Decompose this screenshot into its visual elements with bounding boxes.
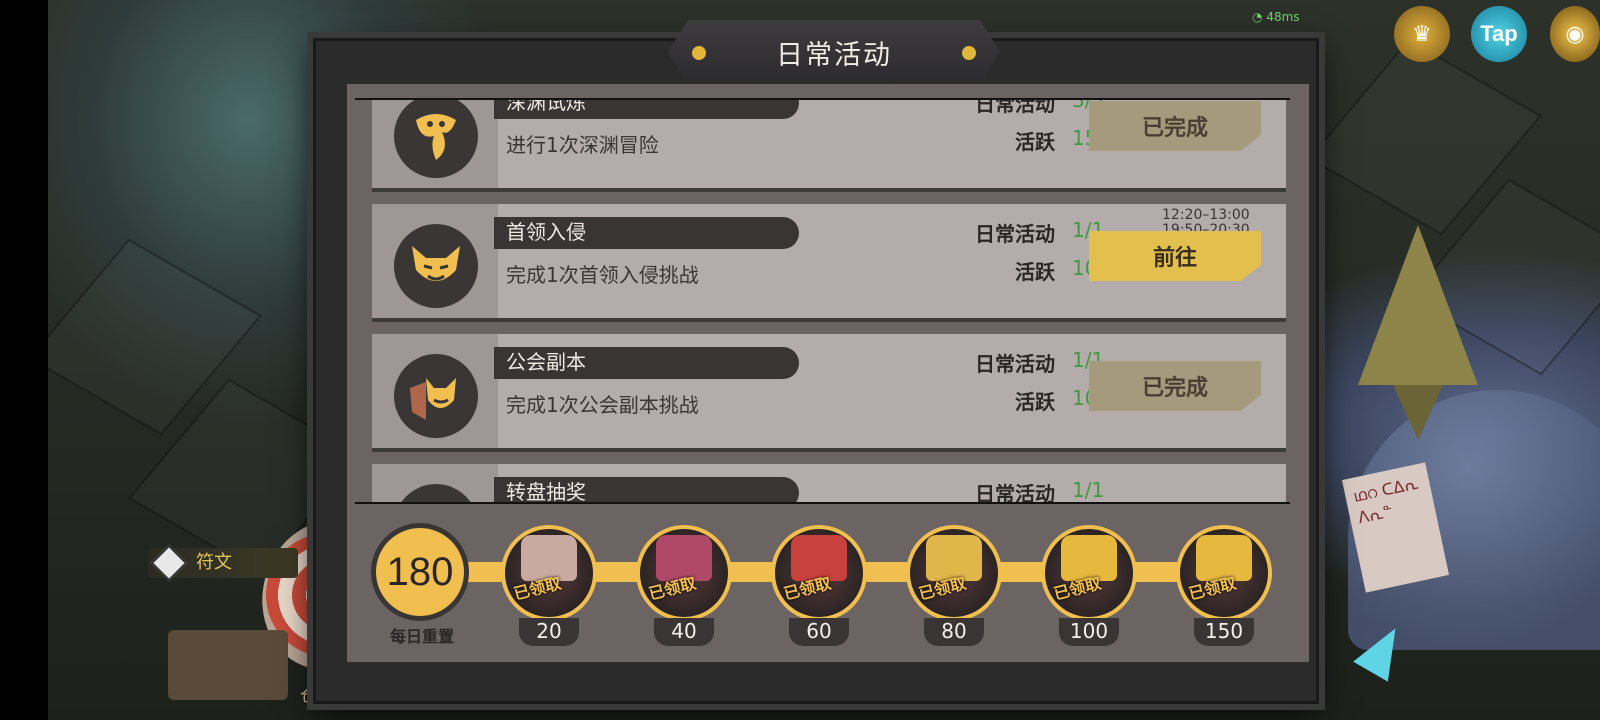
reward-chest-80[interactable]: 已领取 80 [906,525,1002,646]
reward-chest-20[interactable]: 已领取 20 [501,525,597,646]
task-row-wheel: 转盘抽奖 日常活动 1/1 [372,464,1286,504]
guild-cat-icon [394,354,478,438]
abyss-icon [394,100,478,178]
title-dot-icon [962,46,976,60]
crystal-icon [1358,225,1478,385]
rune-label-text: 符文 [196,552,232,573]
daily-reset-label: 每日重置 [389,627,454,646]
task-description: 完成1次公会副本挑战 [506,393,699,417]
wifi-icon: ◔ [1252,10,1263,24]
title-dot-icon [692,46,706,60]
completed-button[interactable]: 已完成 [1089,361,1261,411]
reward-points: 80 [924,618,984,646]
coin-icon: ◉ [1565,21,1585,47]
activity-progress-bar: 180 每日重置 已领取 20 已领取 40 已领取 60 已领取 80 已领取 100 已领取 15… [347,503,1309,653]
reward-chest-100[interactable]: 已领取 100 [1041,525,1137,646]
task-name: 首领入侵 [494,217,799,249]
dialog-title-plate: 日常活动 [668,20,1000,84]
active-label: 活跃 [1015,130,1055,154]
reward-points: 40 [654,618,714,646]
reward-points: 60 [789,618,849,646]
daily-label: 日常活动 [975,222,1055,246]
daily-label: 日常活动 [975,98,1055,116]
task-name: 深渊试炼 [494,100,799,119]
rune-icon [150,544,188,582]
reward-points: 20 [519,618,579,646]
reward-points: 100 [1059,618,1119,646]
crystal-base [1393,385,1443,440]
bookcase [168,630,288,700]
task-list[interactable]: 深渊试炼 进行1次深渊冒险 日常活动 3/3 活跃 15/15 已完成 首领入侵… [355,98,1290,504]
coin-button[interactable]: ◉ [1550,6,1600,62]
reward-points: 150 [1194,618,1254,646]
dialog-title: 日常活动 [776,39,892,71]
active-label: 活跃 [1015,390,1055,414]
daily-count: 1/1 [1072,478,1105,502]
crown-icon: ♛ [1412,21,1432,47]
ping-text: 48ms [1266,10,1300,24]
daily-label: 日常活动 [975,482,1055,504]
reward-chest-40[interactable]: 已领取 40 [636,525,732,646]
task-name: 转盘抽奖 [494,477,799,502]
task-row-abyss: 深渊试炼 进行1次深渊冒险 日常活动 3/3 活跃 15/15 已完成 [372,98,1286,192]
reward-chest-60[interactable]: 已领取 60 [771,525,867,646]
task-name: 公会副本 [494,347,799,379]
tap-label: Tap [1480,21,1518,46]
active-label: 活跃 [1015,260,1055,284]
task-description: 完成1次首领入侵挑战 [506,263,699,287]
reward-chest-150[interactable]: 已领取 150 [1176,525,1272,646]
boss-demon-icon [394,224,478,308]
wifi-ping: ◔ 48ms [1252,10,1300,24]
activity-score: 180 [371,523,469,621]
completed-button[interactable]: 已完成 [1089,101,1261,151]
task-row-boss: 首领入侵 完成1次首领入侵挑战 日常活动 1/1 活跃 10/10 12:20–… [372,204,1286,322]
go-button[interactable]: 前往 [1089,231,1261,281]
crown-chest-button[interactable]: ♛ [1394,6,1450,62]
wheel-icon [394,484,478,502]
rune-building-label[interactable]: 符文 [148,544,298,582]
daily-label: 日常活动 [975,352,1055,376]
task-description: 进行1次深渊冒险 [506,133,659,157]
tap-button[interactable]: Tap [1471,6,1527,62]
task-row-guild: 公会副本 完成1次公会副本挑战 日常活动 1/1 活跃 10/10 已完成 [372,334,1286,452]
